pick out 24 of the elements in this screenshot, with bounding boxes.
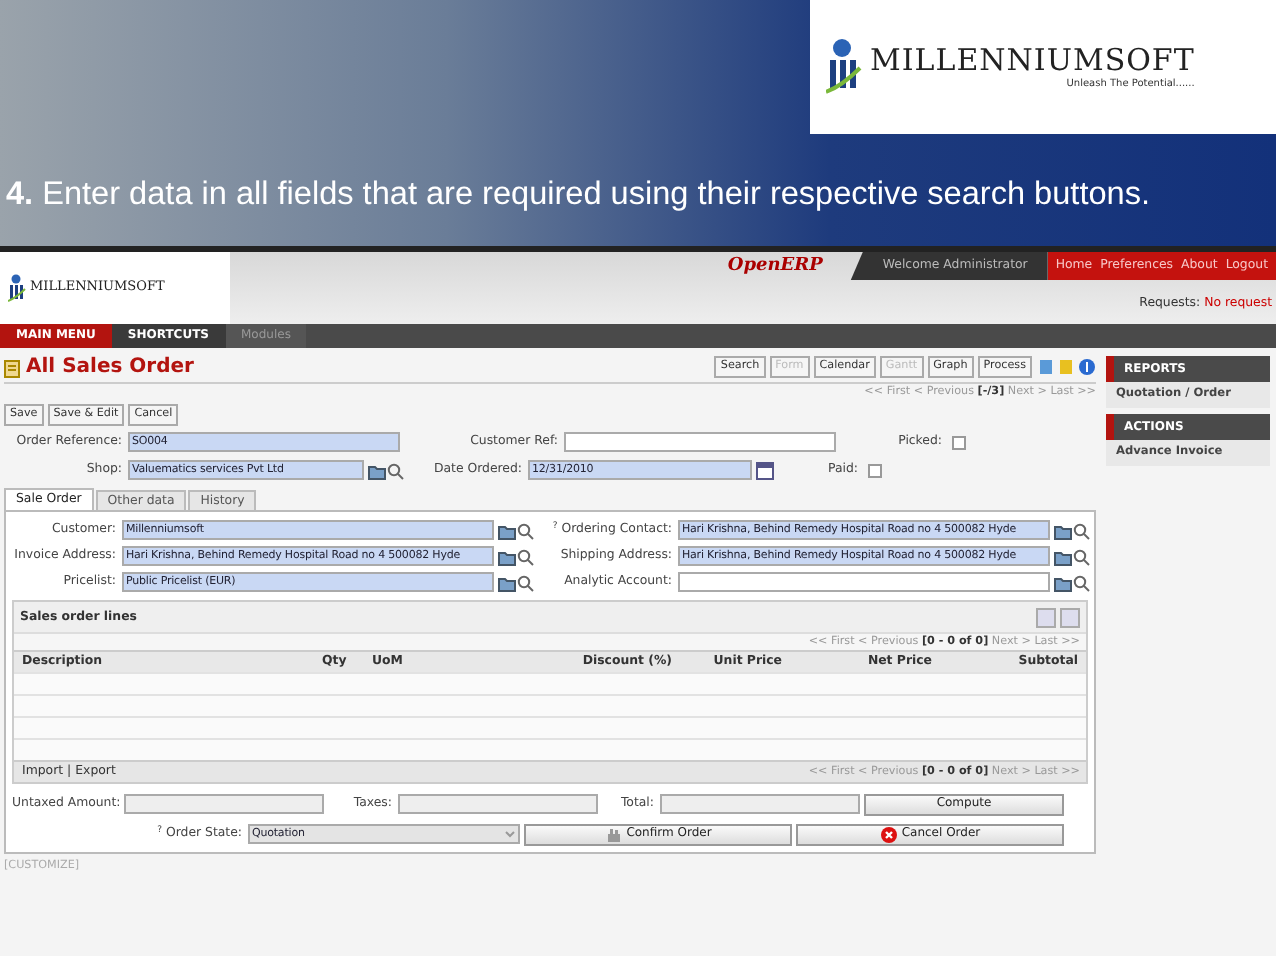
checkbox[interactable] bbox=[868, 463, 882, 477]
search-icon[interactable] bbox=[1072, 573, 1090, 591]
help-icon[interactable] bbox=[1078, 358, 1096, 376]
erp-logo: OpenERP bbox=[727, 255, 823, 277]
input-field[interactable] bbox=[564, 432, 836, 452]
logo-icon bbox=[8, 273, 26, 303]
slide-caption: 4. Enter data in all fields that are required using their respective search buttons. bbox=[6, 176, 1150, 216]
document-icon bbox=[4, 357, 20, 377]
page-title: All Sales Order bbox=[26, 355, 196, 379]
search-icon[interactable] bbox=[386, 461, 404, 479]
input-field[interactable] bbox=[678, 572, 1050, 592]
logo-name: MILLENNIUMSOFT bbox=[870, 45, 1195, 75]
checkbox[interactable] bbox=[952, 435, 966, 449]
search-icon[interactable] bbox=[516, 521, 534, 539]
search-icon[interactable] bbox=[1072, 547, 1090, 565]
cancel-icon bbox=[879, 825, 898, 843]
logo-icon bbox=[826, 37, 862, 97]
calendar-icon[interactable] bbox=[756, 461, 774, 479]
search-icon[interactable] bbox=[1072, 521, 1090, 539]
hand-icon bbox=[604, 825, 623, 843]
folder-icon[interactable] bbox=[368, 461, 386, 479]
search-icon[interactable] bbox=[516, 547, 534, 565]
search-icon[interactable] bbox=[516, 573, 534, 591]
caret-icon bbox=[504, 830, 516, 838]
